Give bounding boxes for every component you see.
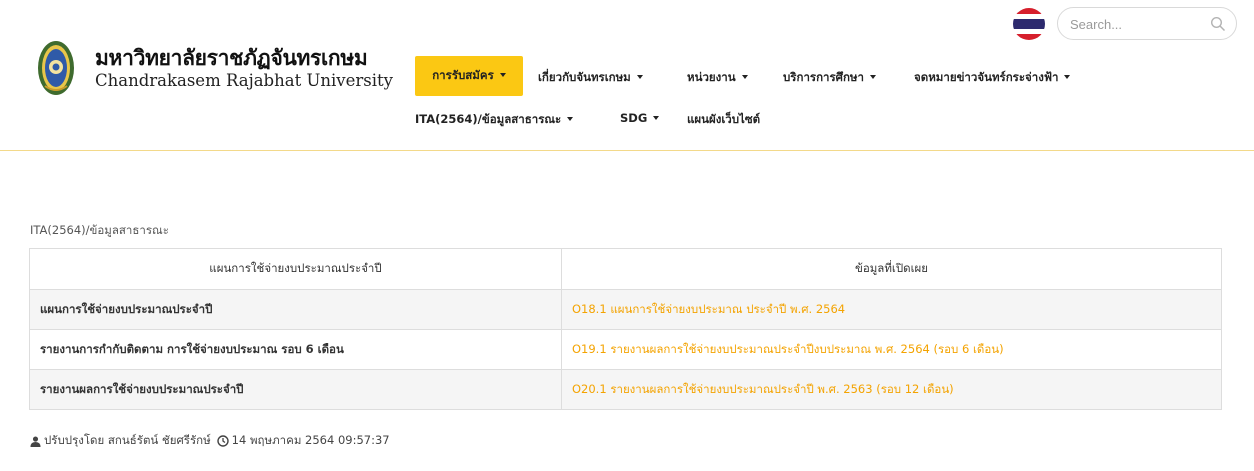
table-row: รายงานการกำกับติดตาม การใช้จ่ายงบประมาณ …	[29, 329, 1222, 370]
caret-down-icon	[499, 73, 506, 77]
brand-name-english[interactable]: Chandrakasem Rajabhat University	[95, 71, 393, 90]
user-icon	[30, 435, 41, 447]
nav-about[interactable]: เกี่ยวกับจันทรเกษม	[538, 69, 643, 87]
breadcrumb: ITA(2564)/ข้อมูลสาธารณะ	[30, 223, 169, 237]
nav-sitemap[interactable]: แผนผังเว็บไซต์	[687, 111, 760, 129]
nav-departments[interactable]: หน่วยงาน	[687, 69, 748, 87]
nav-ita-label: ITA(2564)/ข้อมูลสาธารณะ	[415, 112, 562, 126]
table-row: แผนการใช้จ่ายงบประมาณประจำปี O18.1 แผนกา…	[29, 289, 1222, 330]
caret-down-icon	[636, 74, 643, 79]
caret-down-icon	[741, 74, 748, 79]
column-header-topic: แผนการใช้จ่ายงบประมาณประจำปี	[29, 248, 562, 290]
nav-admission[interactable]: การรับสมัคร	[415, 56, 523, 96]
row-topic: รายงานการกำกับติดตาม การใช้จ่ายงบประมาณ …	[29, 329, 562, 370]
table-row: รายงานผลการใช้จ่ายงบประมาณประจำปี O20.1 …	[29, 369, 1222, 410]
updated-at: 14 พฤษภาคม 2564 09:57:37	[231, 433, 390, 447]
search-input[interactable]	[1070, 13, 1200, 35]
caret-down-icon	[653, 115, 660, 120]
update-info: ปรับปรุงโดย สกนธ์รัตน์ ชัยศรีรักษ์ 14 พฤ…	[30, 432, 390, 450]
nav-departments-label: หน่วยงาน	[687, 70, 736, 84]
nav-newsletter-label: จดหมายข่าวจันทร์กระจ่างฟ้า	[914, 70, 1059, 84]
nav-sdg-label: SDG	[620, 111, 648, 125]
university-logo-icon[interactable]	[37, 40, 75, 96]
caret-down-icon	[869, 74, 876, 79]
column-header-disclosed-info: ข้อมูลที่เปิดเผย	[561, 248, 1222, 290]
row-link-cell: O20.1 รายงานผลการใช้จ่ายงบประมาณประจำปี …	[561, 369, 1222, 410]
row-link-cell: O18.1 แผนการใช้จ่ายงบประมาณ ประจำปี พ.ศ.…	[561, 289, 1222, 330]
row-link-cell: O19.1 รายงานผลการใช้จ่ายงบประมาณประจำปีง…	[561, 329, 1222, 370]
row-topic: แผนการใช้จ่ายงบประมาณประจำปี	[29, 289, 562, 330]
document-link-o20-1[interactable]: O20.1 รายงานผลการใช้จ่ายงบประมาณประจำปี …	[572, 382, 954, 396]
updated-by: ปรับปรุงโดย สกนธ์รัตน์ ชัยศรีรักษ์	[44, 433, 211, 447]
document-link-o18-1[interactable]: O18.1 แผนการใช้จ่ายงบประมาณ ประจำปี พ.ศ.…	[572, 302, 845, 316]
table-header-row: แผนการใช้จ่ายงบประมาณประจำปี ข้อมูลที่เป…	[29, 248, 1222, 290]
row-topic: รายงานผลการใช้จ่ายงบประมาณประจำปี	[29, 369, 562, 410]
nav-education-services[interactable]: บริการการศึกษา	[783, 69, 876, 87]
search-box	[1057, 7, 1237, 40]
nav-ita-public-info[interactable]: ITA(2564)/ข้อมูลสาธารณะ	[415, 111, 574, 129]
thai-flag-icon[interactable]	[1013, 8, 1045, 40]
caret-down-icon	[567, 116, 574, 121]
clock-icon	[216, 435, 229, 447]
nav-newsletter[interactable]: จดหมายข่าวจันทร์กระจ่างฟ้า	[914, 69, 1071, 87]
nav-sitemap-label: แผนผังเว็บไซต์	[687, 112, 761, 126]
budget-disclosure-table: แผนการใช้จ่ายงบประมาณประจำปี ข้อมูลที่เป…	[29, 248, 1222, 410]
search-icon[interactable]	[1210, 16, 1226, 32]
site-header: มหาวิทยาลัยราชภัฏจันทรเกษม Chandrakasem …	[0, 0, 1254, 151]
document-link-o19-1[interactable]: O19.1 รายงานผลการใช้จ่ายงบประมาณประจำปีง…	[572, 342, 1004, 356]
nav-about-label: เกี่ยวกับจันทรเกษม	[538, 70, 631, 84]
nav-admission-label: การรับสมัคร	[432, 68, 494, 82]
caret-down-icon	[1064, 74, 1071, 79]
nav-sdg[interactable]: SDG	[620, 111, 660, 125]
nav-education-services-label: บริการการศึกษา	[783, 70, 864, 84]
